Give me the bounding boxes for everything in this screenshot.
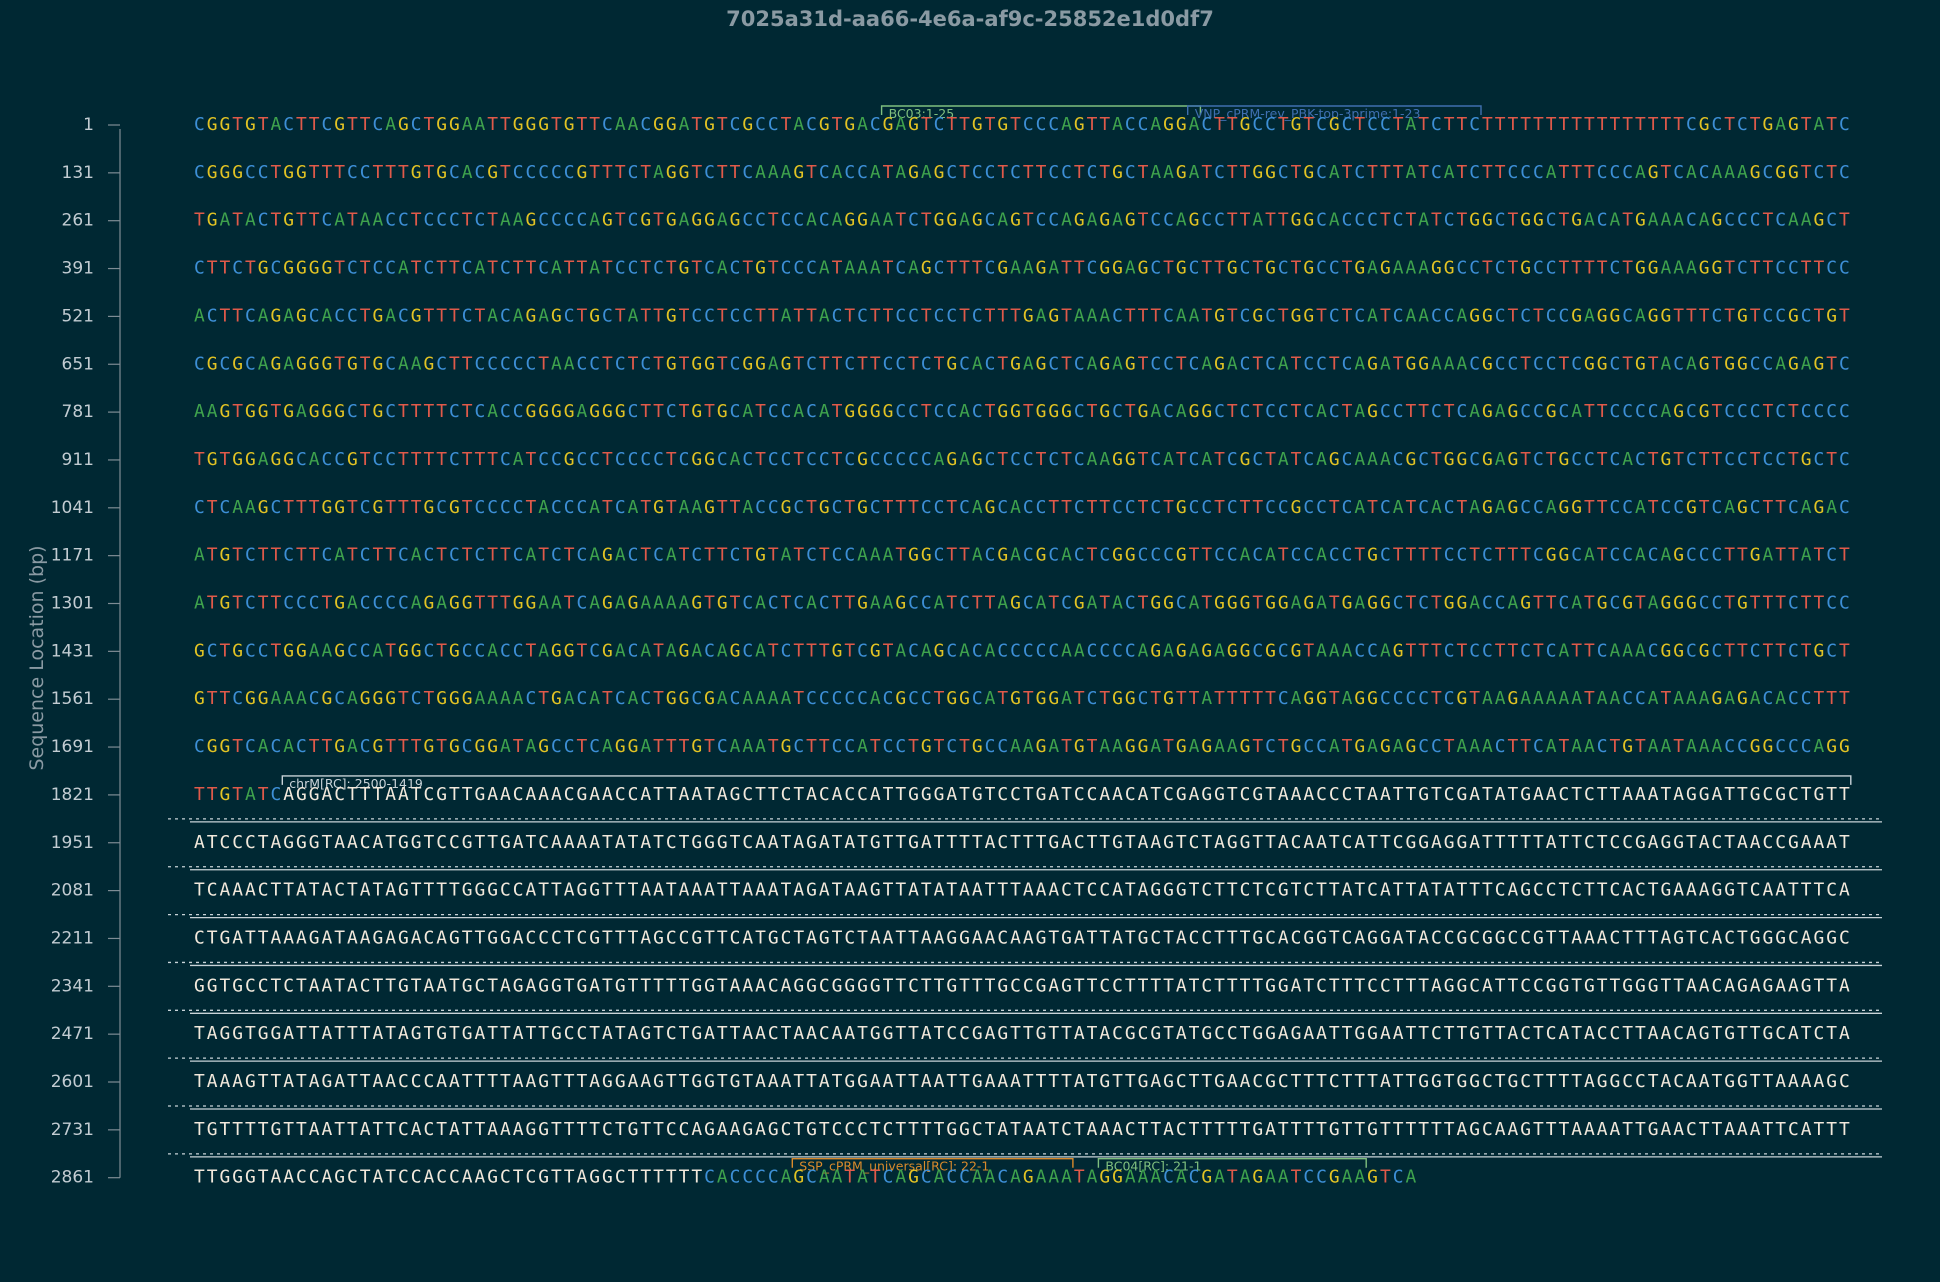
sequence-row: CTGATTAAAGATAAGAGACAGTTGGACCCTCGTTTAGCCG…: [194, 927, 1850, 948]
sequence-row: GCTGCCTGGAAGCCATGGCTGCCACCTAGGTCGACATAGA…: [194, 640, 1850, 661]
y-tick-label: 131: [62, 163, 94, 183]
y-tick-label: 2341: [51, 976, 94, 996]
sequence-row: TAGGTGGATTATTTATAGTGTGATTATTGCCTATAGTCTG…: [194, 1023, 1850, 1044]
sequence-row: CGCGCAGAGGGTGTGCAAGCTTCCCCCTAACCTCTCTGTG…: [194, 353, 1850, 374]
y-tick-label: 1691: [51, 737, 94, 757]
y-tick-label: 2731: [51, 1120, 94, 1140]
y-tick-label: 521: [62, 306, 94, 326]
y-tick-label: 1: [83, 115, 94, 135]
y-tick-label: 261: [62, 211, 94, 231]
sequence-row: ACTTCAGAGCACCTGACGTTTCTACAGAGCTGCTATTGTC…: [194, 305, 1850, 326]
sequence-row: TAAAGTTATAGATTAACCCAATTTTAAGTTTAGGAAGTTG…: [194, 1071, 1850, 1092]
sequence-row: ATGTCTTCTTCATCTTCACTCTCTTCATCTCAGACTCATC…: [194, 545, 1850, 566]
sequence-row: TGATACTGTTCATAACCTCCCTCTAAGCCCCAGTCGTGAG…: [194, 210, 1850, 231]
sequence-row: TTGTATCAGGACTTTAATCGTTGAACAAACGAACCATTAA…: [194, 784, 1850, 805]
plot-title: 7025a31d-aa66-4e6a-af9c-25852e1d0df7: [726, 7, 1214, 31]
y-tick-label: 2861: [51, 1168, 94, 1188]
y-tick-label: 2081: [51, 881, 94, 901]
y-tick-label: 391: [62, 259, 94, 279]
y-tick-label: 1821: [51, 785, 94, 805]
y-tick-label: 651: [62, 354, 94, 374]
sequence-rows: CGGTGTACTTCGTTCAGCTGGAATTGGGTGTTCAACGGAT…: [194, 114, 1850, 1188]
sequence-row: ATGTCTTCCCTGACCCCAGAGGTTTGGAATCAGAGAAAAG…: [194, 593, 1850, 614]
sequence-row: AAGTGGTGAGGGCTGCTTTTCTCACCGGGGAGGGCTTCTG…: [194, 401, 1850, 422]
sequence-row: CTCAAGCTTTGGTCGTTTGCGTCCCCTACCCATCATGTAA…: [194, 497, 1850, 518]
y-tick-label: 911: [62, 450, 94, 470]
y-axis: 1 131 261 391 521 651 781 911 1041 1171 1301 1431 15…: [51, 115, 121, 1188]
y-tick-label: 2211: [51, 928, 94, 948]
y-tick-label: 1041: [51, 498, 94, 518]
y-tick-label: 781: [62, 402, 94, 422]
y-tick-label: 2471: [51, 1024, 94, 1044]
sequence-row: GGTGCCTCTAATACTTGTAATGCTAGAGGTGATGTTTTTG…: [194, 975, 1850, 996]
y-tick-label: 1171: [51, 546, 94, 566]
sequence-row: TGTTTTGTTAATTATTCACTATTAAAGGTTTTCTGTTCCA…: [194, 1119, 1850, 1140]
y-tick-label: 1561: [51, 689, 94, 709]
sequence-row: TCAAACTTATACTATAGTTTTGGGCCATTAGGTTTAATAA…: [194, 880, 1850, 901]
sequence-row: TTGGGTAACCAGCTATCCACCAAGCTCGTTAGGCTTTTTT…: [194, 1167, 1416, 1188]
y-tick-label: 1301: [51, 594, 94, 614]
sequence-row: CTTCTGCGGGGTCTCCATCTTCATCTTCATTATCCTCTGT…: [194, 258, 1850, 279]
sequence-row: CGGTCACACTTGACGTTTGTGCGGATAGCCTCAGGATTTG…: [194, 736, 1850, 757]
y-tick-label: 1431: [51, 641, 94, 661]
sequence-row: CGGGCCTGGTTTCCTTTGTGCACGTCCCCCGTTTCTAGGT…: [194, 162, 1850, 183]
sequence-row: GTTCGGAAACGCAGGGTCTGGGAAAACTGACATCACTGGC…: [194, 688, 1850, 709]
y-tick-label: 2601: [51, 1072, 94, 1092]
sequence-map: 7025a31d-aa66-4e6a-af9c-25852e1d0df7 Seq…: [26, 7, 1882, 1188]
sequence-row: CGGTGTACTTCGTTCAGCTGGAATTGGGTGTTCAACGGAT…: [194, 114, 1850, 135]
y-axis-label: Sequence Location (bp): [26, 545, 48, 770]
sequence-row: TGTGGAGGCACCGTCCTTTTCTTTCATCCGCCTCCCCTCG…: [194, 449, 1850, 470]
y-tick-label: 1951: [51, 833, 94, 853]
sequence-row: ATCCCTAGGGTAACATGGTCCGTTGATCAAAATATATCTG…: [194, 832, 1850, 853]
